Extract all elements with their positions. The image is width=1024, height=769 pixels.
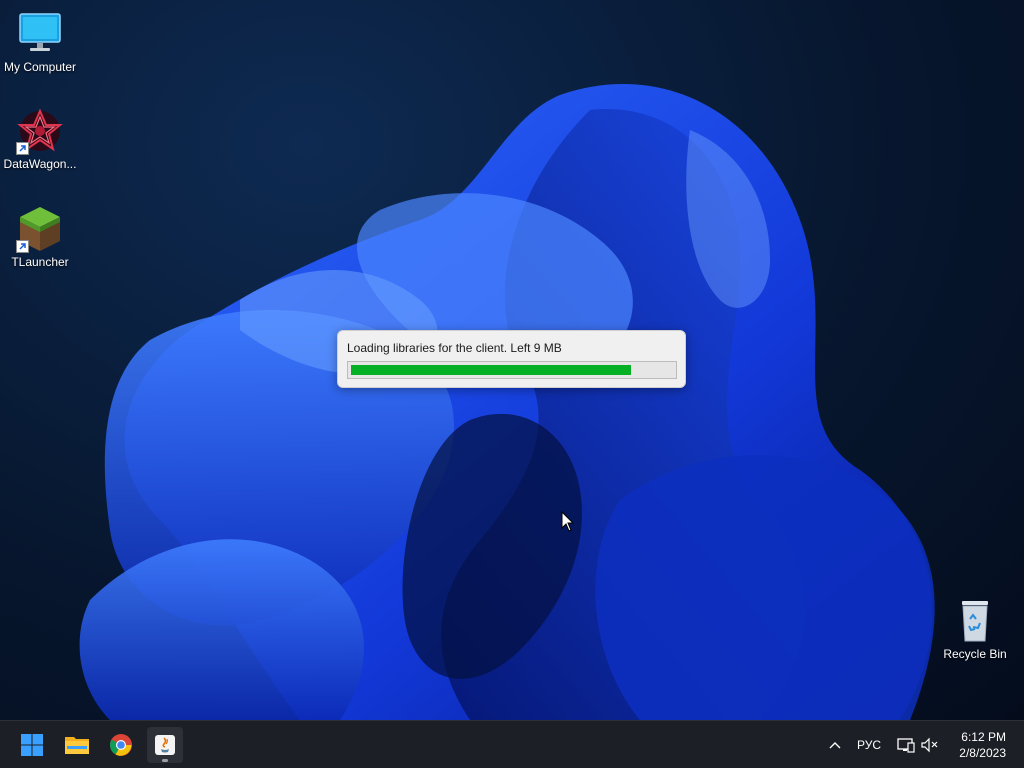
desktop-icon-tlauncher[interactable]: TLauncher [0,205,80,269]
desktop-icon-label: My Computer [3,60,77,74]
java-icon [155,735,175,755]
monitor-icon [16,10,64,58]
chrome-button[interactable] [103,727,139,763]
volume-muted-icon [921,737,938,753]
desktop-icon-recycle-bin[interactable]: Recycle Bin [935,597,1015,661]
desktop-icon-datawagon[interactable]: DataWagon... [0,107,80,171]
language-indicator: РУС [856,738,882,752]
desktop-icon-label: TLauncher [11,255,69,269]
shortcut-arrow-icon [16,240,29,253]
taskbar-clock[interactable]: 6:12 PM 2/8/2023 [959,729,1006,761]
network-button[interactable] [894,721,918,769]
file-explorer-button[interactable] [59,727,95,763]
network-icon [897,738,915,753]
desktop[interactable]: My Computer DataWagon... TLauncher Recyc… [0,0,1024,720]
clock-time: 6:12 PM [961,730,1006,744]
minecraft-grass-block-icon [16,205,64,253]
mouse-pointer-icon [561,511,575,532]
loading-dialog: Loading libraries for the client. Left 9… [337,330,686,388]
progress-bar [347,361,677,379]
shortcut-arrow-icon [16,142,29,155]
input-language-button[interactable]: РУС [852,721,886,769]
show-hidden-icons-button[interactable] [824,721,846,769]
desktop-icon-label: DataWagon... [3,157,77,171]
clock-date: 2/8/2023 [959,746,1006,760]
java-app-button[interactable] [147,727,183,763]
windows-start-icon [21,734,43,756]
recycle-bin-icon [951,597,999,645]
start-button[interactable] [14,727,50,763]
chevron-up-icon [829,742,841,749]
desktop-icon-label: Recycle Bin [943,647,1007,661]
datawagon-logo-icon [16,107,64,155]
progress-bar-fill [351,365,631,375]
running-indicator [162,759,168,762]
file-explorer-icon [65,737,89,754]
desktop-icon-my-computer[interactable]: My Computer [0,10,80,74]
taskbar: РУС 6:12 PM 2/8/2023 [0,720,1024,768]
loading-message: Loading libraries for the client. Left 9… [347,341,562,355]
chrome-icon [110,734,132,756]
volume-button[interactable] [918,721,942,769]
